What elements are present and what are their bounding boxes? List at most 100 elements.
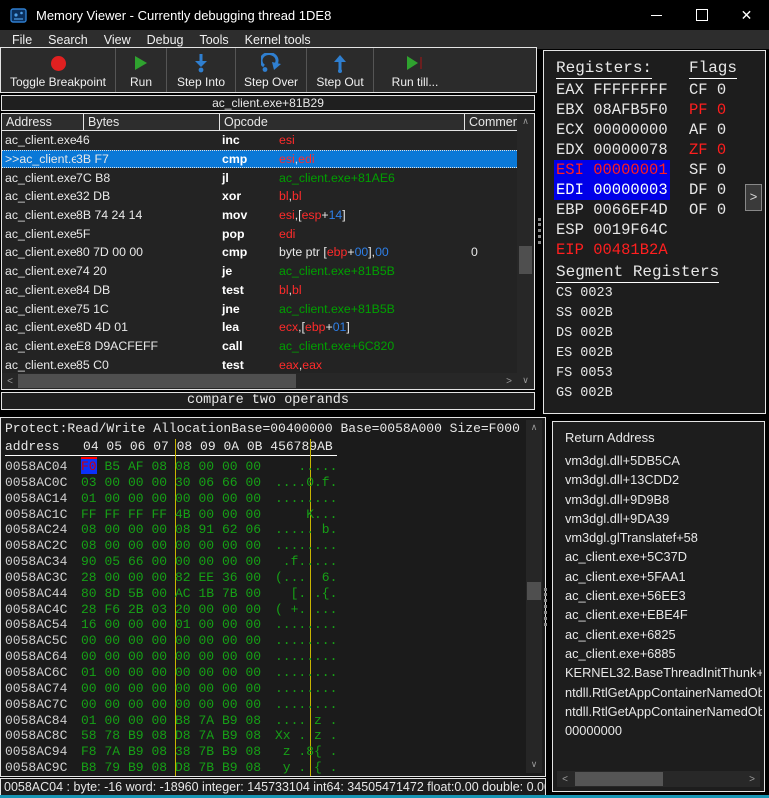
hex-row[interactable]: 0058AC8C5878B908D87AB908Xx . z .	[1, 728, 523, 744]
hex-byte[interactable]: 08	[152, 744, 176, 760]
hex-byte[interactable]: 00	[222, 633, 246, 649]
register-row[interactable]: ESI 00000001	[554, 160, 670, 180]
scroll-right-icon[interactable]: >	[744, 774, 760, 785]
disasm-row[interactable]: ac_client.exe+E8 D9ACFEFFcallac_client.e…	[2, 337, 519, 356]
return-address-item[interactable]: ntdll.RtlGetAppContainerNamedObje	[565, 683, 762, 702]
flag-row[interactable]: ZF 0	[689, 140, 726, 160]
hex-byte[interactable]: 00	[246, 602, 270, 618]
hex-byte[interactable]: 08	[152, 760, 176, 776]
hex-byte[interactable]: 00	[246, 554, 270, 570]
return-address-item[interactable]: ac_client.exe+5FAA1	[565, 567, 762, 586]
hex-row[interactable]: 0058AC6C0100000000000000........	[1, 665, 523, 681]
disasm-row[interactable]: ac_client.exe+84 DBtestbl,bl	[2, 281, 519, 300]
minimize-button[interactable]	[634, 0, 679, 30]
hex-byte[interactable]: 00	[199, 681, 223, 697]
register-row[interactable]: EDX 00000078	[554, 140, 670, 160]
segment-register-row[interactable]: FS 0053	[556, 364, 613, 384]
hex-byte[interactable]: 00	[152, 665, 176, 681]
hex-byte[interactable]: F6	[105, 602, 129, 618]
menu-item-search[interactable]: Search	[40, 33, 96, 47]
hex-byte[interactable]: 00	[222, 697, 246, 713]
hex-byte[interactable]: 08	[152, 459, 176, 475]
return-address-item[interactable]: vm3dgl.glTranslatef+58	[565, 528, 762, 547]
hex-byte[interactable]: 00	[128, 713, 152, 729]
hex-byte[interactable]: 79	[105, 760, 129, 776]
hex-byte[interactable]: 00	[175, 633, 199, 649]
hex-row[interactable]: 0058AC0C0300000030066600....0.f.	[1, 475, 523, 491]
hex-byte[interactable]: 00	[105, 538, 129, 554]
disasm-vertical-scrollbar[interactable]: ∧	[517, 114, 534, 373]
disasm-row[interactable]: ac_client.exe+8B 74 24 14movesi,[esp+14]	[2, 206, 519, 225]
segment-register-row[interactable]: ES 002B	[556, 344, 613, 364]
hex-byte[interactable]: 06	[199, 475, 223, 491]
hex-byte[interactable]: 06	[246, 522, 270, 538]
hex-byte[interactable]: 00	[222, 602, 246, 618]
hex-byte[interactable]: 00	[105, 633, 129, 649]
disasm-row[interactable]: ac_client.exe+85 C0testeax,eax	[2, 355, 519, 374]
hex-byte[interactable]: 58	[81, 728, 105, 744]
hex-byte[interactable]: FF	[152, 507, 176, 523]
hex-byte[interactable]: 7B	[199, 760, 223, 776]
hex-byte[interactable]: 20	[175, 602, 199, 618]
hex-byte[interactable]: D8	[175, 760, 199, 776]
hex-byte[interactable]: 00	[152, 538, 176, 554]
hex-byte[interactable]: 00	[152, 475, 176, 491]
return-address-item[interactable]: ntdll.RtlGetAppContainerNamedObje	[565, 702, 762, 721]
hex-row[interactable]: 0058AC8401000000B87AB908.... z .	[1, 713, 523, 729]
hex-row[interactable]: 0058AC140100000000000000........	[1, 491, 523, 507]
hex-byte[interactable]: 00	[175, 665, 199, 681]
return-address-item[interactable]: KERNEL32.BaseThreadInitThunk+19	[565, 663, 762, 682]
hex-byte[interactable]: 00	[105, 475, 129, 491]
hex-byte[interactable]: 00	[152, 570, 176, 586]
flag-row[interactable]: AF 0	[689, 120, 726, 140]
register-row[interactable]: EBP 0066EF4D	[554, 200, 670, 220]
hex-byte[interactable]: 00	[81, 697, 105, 713]
scroll-up-icon[interactable]: ∧	[517, 114, 534, 130]
hex-byte[interactable]: 00	[128, 665, 152, 681]
hex-row[interactable]: 0058AC2C0800000000000000........	[1, 538, 523, 554]
hex-byte[interactable]: B5	[105, 459, 129, 475]
vertical-splitter-top[interactable]	[538, 218, 541, 244]
flag-row[interactable]: OF 0	[689, 200, 726, 220]
hex-byte[interactable]: 00	[222, 507, 246, 523]
hex-byte[interactable]: 00	[152, 586, 176, 602]
hex-row[interactable]: 0058AC4C28F62B0320000000( +. ...	[1, 602, 523, 618]
scroll-left-icon[interactable]: <	[557, 774, 573, 785]
hex-byte[interactable]: 00	[246, 475, 270, 491]
hex-byte[interactable]: 00	[128, 570, 152, 586]
column-header-address[interactable]: Address	[2, 114, 84, 131]
hex-byte[interactable]: 7A	[199, 713, 223, 729]
segment-register-row[interactable]: CS 0023	[556, 284, 613, 304]
hex-byte[interactable]: 08	[152, 728, 176, 744]
hex-byte[interactable]: 00	[105, 570, 129, 586]
step-out-button[interactable]: Step Out	[307, 48, 374, 92]
hex-byte[interactable]: 8D	[105, 586, 129, 602]
hex-byte[interactable]: 00	[152, 522, 176, 538]
hex-byte[interactable]: 7A	[199, 728, 223, 744]
run-till-button[interactable]: Run till...	[374, 48, 456, 92]
hex-byte[interactable]: 05	[105, 554, 129, 570]
hex-byte[interactable]: 2B	[128, 602, 152, 618]
hex-byte[interactable]: 00	[81, 649, 105, 665]
hex-row[interactable]: 0058AC240800000008916206..... b.	[1, 522, 523, 538]
hex-byte[interactable]: 00	[128, 491, 152, 507]
register-row[interactable]: ESP 0019F64C	[554, 220, 670, 240]
column-header-bytes[interactable]: Bytes	[84, 114, 220, 131]
hex-byte[interactable]: 00	[128, 633, 152, 649]
hex-byte[interactable]: 00	[128, 697, 152, 713]
hex-byte[interactable]: B9	[222, 760, 246, 776]
hex-byte[interactable]: 00	[222, 554, 246, 570]
hex-byte[interactable]: 03	[152, 602, 176, 618]
hex-byte[interactable]: 1B	[199, 586, 223, 602]
hex-vertical-scrollbar[interactable]: ∧ ∨	[526, 420, 542, 773]
hex-byte[interactable]: B8	[175, 713, 199, 729]
segment-register-row[interactable]: GS 002B	[556, 384, 613, 404]
hex-row[interactable]: 0058AC349005660000000000 .f.....	[1, 554, 523, 570]
flag-row[interactable]: DF 0	[689, 180, 726, 200]
disasm-row[interactable]: ac_client.exe+7C B8jlac_client.exe+81AE6	[2, 168, 519, 187]
return-address-item[interactable]: vm3dgl.dll+5DB5CA	[565, 451, 762, 470]
hex-byte[interactable]: 00	[199, 617, 223, 633]
scroll-right-icon[interactable]: >	[501, 376, 517, 387]
register-row[interactable]: EDI 00000003	[554, 180, 670, 200]
hex-byte[interactable]: 7B	[222, 586, 246, 602]
